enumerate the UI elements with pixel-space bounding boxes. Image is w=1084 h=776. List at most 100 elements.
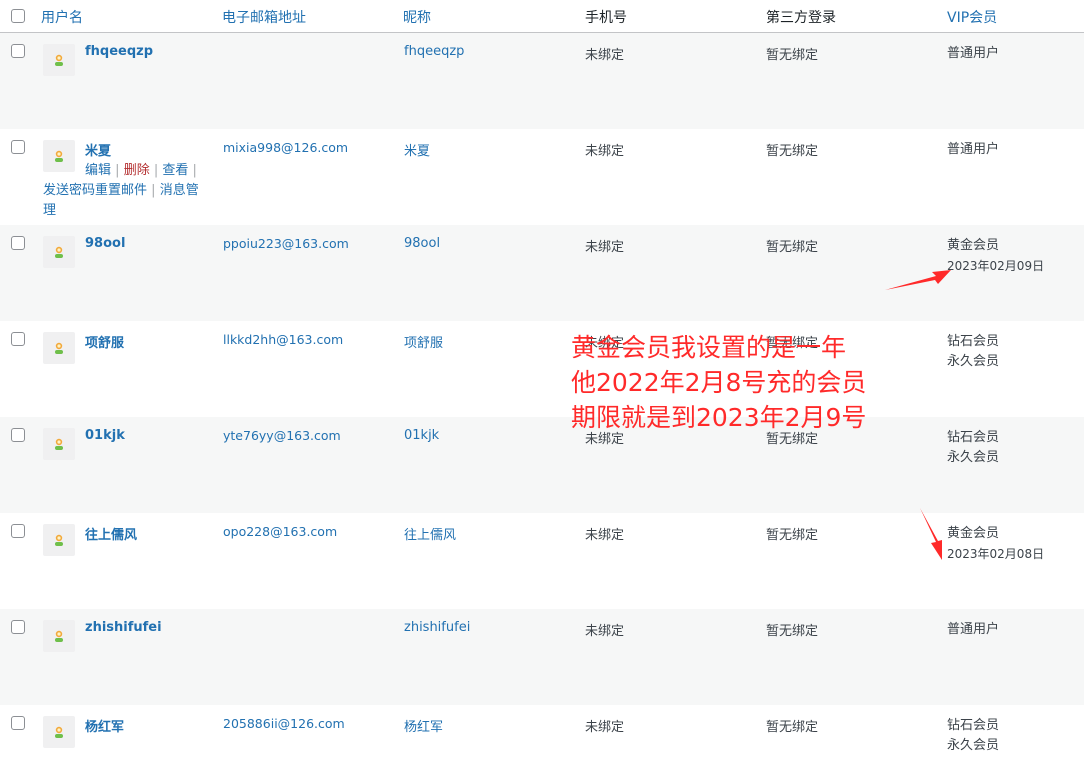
third-party-status: 暂无绑定 [766, 624, 819, 639]
row-checkbox[interactable] [11, 236, 25, 250]
vip-expiry-date: 2023年02月08日 [947, 547, 1045, 561]
annotation-line: 黄金会员我设置的是一年 [571, 333, 847, 362]
user-avatar-icon [55, 534, 63, 546]
nickname-link[interactable]: 往上儒风 [404, 524, 456, 543]
username-link[interactable]: 01kjk [85, 428, 125, 443]
table-row: 往上儒风 opo228@163.com 往上儒风 未绑定 暂无绑定 黄金会员 20… [0, 513, 1084, 609]
avatar [43, 236, 75, 268]
action-separator: | [151, 183, 156, 198]
username-link[interactable]: 往上儒风 [85, 524, 137, 543]
user-avatar-icon [55, 630, 63, 642]
table-row: 项舒服 llkkd2hh@163.com 项舒服 未绑定 暂无绑定 钻石会员 永久… [0, 321, 1084, 417]
vip-status: 普通用户 [947, 620, 999, 640]
username-link[interactable]: 杨红军 [85, 716, 124, 735]
email-link[interactable]: opo228@163.com [223, 524, 337, 539]
vip-level: 普通用户 [947, 142, 1000, 157]
table-row: 杨红军 205886ii@126.com 杨红军 未绑定 暂无绑定 钻石会员永久… [0, 705, 1084, 776]
row-checkbox[interactable] [11, 332, 25, 346]
annotation-text: 黄金会员我设置的是一年 他2022年2月8号充的会员 期限就是到2023年2月9… [571, 330, 866, 435]
nickname-link[interactable]: 01kjk [404, 428, 439, 443]
vip-level: 黄金会员 [947, 526, 1000, 541]
vip-detail: 永久会员 [947, 450, 1000, 465]
user-avatar-icon [55, 342, 63, 354]
row-checkbox[interactable] [11, 140, 25, 154]
user-avatar-icon [55, 246, 63, 258]
avatar [43, 524, 75, 556]
avatar [43, 716, 75, 748]
third-party-status: 暂无绑定 [766, 240, 819, 255]
vip-status: 钻石会员 永久会员 [947, 716, 999, 756]
row-checkbox[interactable] [11, 428, 25, 442]
username-link[interactable]: 米夏 [85, 140, 111, 159]
avatar [43, 332, 75, 364]
col-nickname-header[interactable]: 昵称 [403, 7, 431, 27]
nickname-link[interactable]: 98ool [404, 236, 440, 251]
table-row: zhishifufei zhishifufei 未绑定 暂无绑定 普通用户 [0, 609, 1084, 705]
avatar [43, 44, 75, 76]
row-checkbox[interactable] [11, 620, 25, 634]
row-checkbox[interactable] [11, 716, 25, 730]
view-link[interactable]: 查看 [162, 163, 188, 178]
row-checkbox[interactable] [11, 524, 25, 538]
table-header: 用户名 电子邮箱地址 昵称 手机号 第三方登录 VIP会员 [0, 0, 1084, 33]
avatar [43, 428, 75, 460]
vip-level: 普通用户 [947, 46, 1000, 61]
nickname-link[interactable]: 项舒服 [404, 332, 443, 351]
nickname-link[interactable]: 米夏 [404, 140, 430, 159]
table-row: 米夏 编辑 | 删除 | 查看 | 发送密码重置邮件 | 消息管理 mixia9… [0, 129, 1084, 225]
email-link[interactable]: ppoiu223@163.com [223, 236, 349, 251]
third-party-status: 暂无绑定 [766, 528, 819, 543]
third-party-status: 暂无绑定 [766, 144, 819, 159]
vip-level: 普通用户 [947, 622, 1000, 637]
email-link[interactable]: llkkd2hh@163.com [223, 332, 343, 347]
vip-level: 钻石会员 [947, 430, 1000, 445]
avatar [43, 620, 75, 652]
table-row: 98ool ppoiu223@163.com 98ool 未绑定 暂无绑定 黄金… [0, 225, 1084, 321]
email-link[interactable]: 205886ii@126.com [223, 716, 345, 731]
vip-status: 黄金会员 2023年02月09日 [947, 236, 1044, 276]
annotation-line: 期限就是到2023年2月9号 [571, 403, 867, 432]
delete-link[interactable]: 删除 [124, 163, 150, 178]
vip-detail: 永久会员 [947, 738, 1000, 753]
vip-level: 钻石会员 [947, 718, 1000, 733]
col-third-party-header: 第三方登录 [766, 10, 836, 26]
vip-status: 钻石会员 永久会员 [947, 332, 999, 372]
vip-status: 普通用户 [947, 140, 999, 160]
username-link[interactable]: fhqeeqzp [85, 44, 153, 59]
vip-expiry-date: 2023年02月09日 [947, 259, 1045, 273]
col-phone-header: 手机号 [585, 10, 627, 26]
col-email-header[interactable]: 电子邮箱地址 [222, 7, 306, 27]
phone-status: 未绑定 [585, 48, 625, 63]
action-separator: | [153, 163, 159, 178]
table-row: fhqeeqzp fhqeeqzp 未绑定 暂无绑定 普通用户 [0, 33, 1084, 129]
phone-status: 未绑定 [585, 144, 625, 159]
username-link[interactable]: 项舒服 [85, 332, 124, 351]
nickname-link[interactable]: 杨红军 [404, 716, 443, 735]
nickname-link[interactable]: fhqeeqzp [404, 44, 464, 59]
edit-link[interactable]: 编辑 [43, 163, 111, 178]
table-row: 01kjk yte76yy@163.com 01kjk 未绑定 暂无绑定 钻石会… [0, 417, 1084, 513]
email-link[interactable]: mixia998@126.com [223, 140, 348, 155]
third-party-status: 暂无绑定 [766, 720, 819, 735]
col-username-header[interactable]: 用户名 [41, 7, 83, 27]
vip-status: 黄金会员 2023年02月08日 [947, 524, 1044, 564]
row-actions: 编辑 | 删除 | 查看 | 发送密码重置邮件 | 消息管理 [43, 161, 203, 221]
phone-status: 未绑定 [585, 240, 625, 255]
vip-detail: 永久会员 [947, 354, 1000, 369]
username-link[interactable]: 98ool [85, 236, 125, 251]
send-password-reset-link[interactable]: 发送密码重置邮件 [43, 183, 147, 198]
nickname-link[interactable]: zhishifufei [404, 620, 470, 635]
username-link[interactable]: zhishifufei [85, 620, 162, 635]
third-party-status: 暂无绑定 [766, 48, 819, 63]
vip-status: 钻石会员 永久会员 [947, 428, 999, 468]
vip-level: 钻石会员 [947, 334, 1000, 349]
row-checkbox[interactable] [11, 44, 25, 58]
email-link[interactable]: yte76yy@163.com [223, 428, 341, 443]
select-all-checkbox[interactable] [11, 9, 25, 23]
col-vip-header[interactable]: VIP会员 [947, 7, 997, 27]
annotation-line: 他2022年2月8号充的会员 [571, 368, 867, 397]
phone-status: 未绑定 [585, 528, 625, 543]
action-separator: | [115, 163, 120, 178]
action-separator: | [192, 163, 197, 178]
phone-status: 未绑定 [585, 720, 625, 735]
